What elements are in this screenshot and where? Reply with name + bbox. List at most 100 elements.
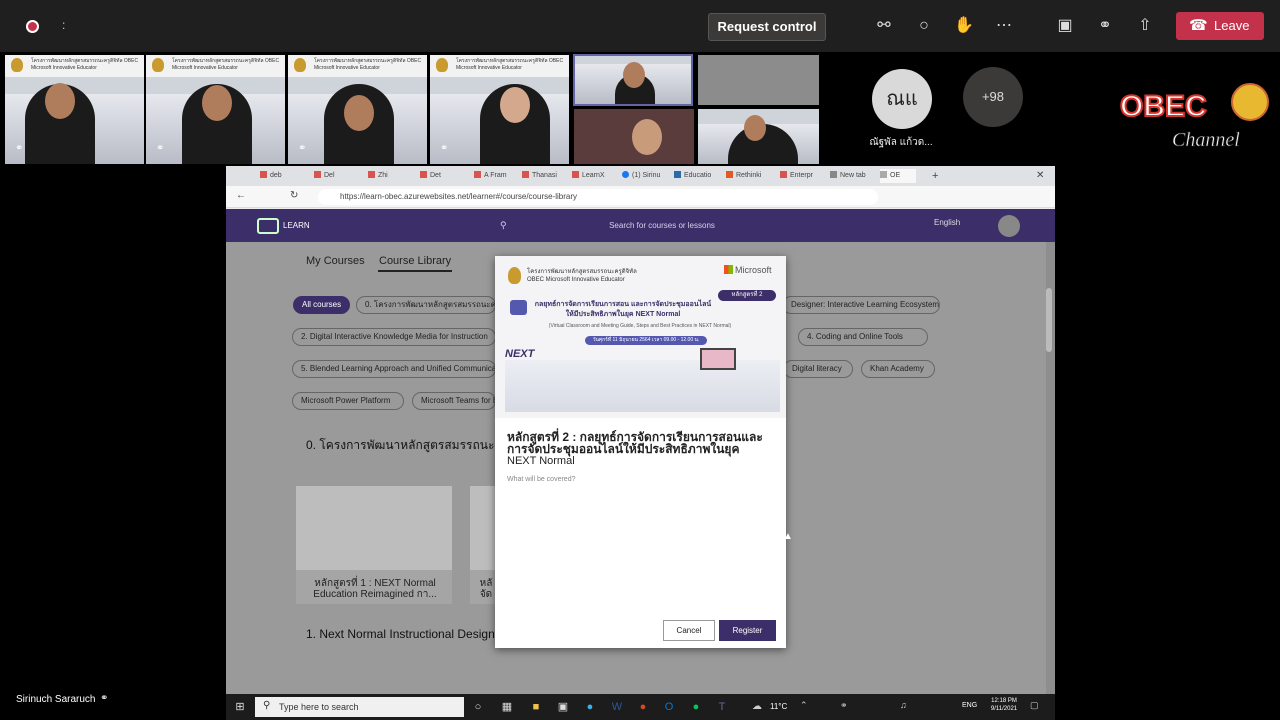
banner-org: โครงการพัฒนาหลักสูตรสมรรถนะครูดิจิทัล OB… [527, 269, 637, 283]
phone-hangup-icon: ☎ [1189, 17, 1208, 34]
input-language[interactable]: ENG [962, 702, 977, 709]
cortana-icon[interactable]: ○ [467, 697, 489, 717]
section-title: 0. โครงการพัฒนาหลักสูตรสมรรถนะ [306, 438, 495, 452]
browser-tab[interactable]: New tab [830, 169, 872, 183]
course-thumbnail [296, 486, 452, 570]
browser-tab[interactable]: Thanasi [522, 169, 564, 183]
register-button[interactable]: Register [719, 620, 776, 641]
weather-temperature[interactable]: 11°C [770, 702, 787, 711]
mic-tray-icon[interactable]: ⚭ [840, 700, 848, 711]
refresh-icon[interactable]: ↻ [290, 190, 298, 201]
filter-chip[interactable]: Microsoft Power Platform [292, 392, 404, 410]
more-participants-button[interactable]: +98 [963, 67, 1023, 127]
active-tab-underline [378, 270, 452, 272]
tray-chevron-icon[interactable]: ⌃ [800, 700, 808, 711]
course-search-input[interactable]: Search for courses or lessons [497, 216, 827, 236]
banner-next-logo: NEXT [505, 348, 535, 360]
recording-indicator-icon [26, 20, 39, 33]
course-thumbnail [470, 486, 496, 570]
banner-subtitle: (Virtual Classroom and Meeting Guide, St… [548, 323, 732, 329]
browser-tab[interactable]: Del [314, 169, 364, 183]
browser-tab[interactable]: (1) Sirinu [622, 169, 668, 183]
browser-tab[interactable]: A Fram [474, 169, 514, 183]
obec-crest-icon [294, 58, 306, 72]
laptop-illustration-icon [700, 348, 736, 370]
url-field[interactable]: https://learn-obec.azurewebsites.net/lea… [318, 189, 878, 205]
banner-title: กลยุทธ์การจัดการเรียนการสอน และการจัดประ… [534, 301, 712, 318]
video-tile[interactable] [697, 108, 820, 165]
share-screen-icon[interactable]: ⇧ [1133, 14, 1157, 38]
course-card[interactable]: หลักสูตรที่ 1 : NEXT Normal Education Re… [296, 486, 452, 604]
edge-icon[interactable]: ● [579, 697, 601, 717]
language-select[interactable]: English [934, 218, 960, 227]
more-actions-icon[interactable]: ⋯ [992, 14, 1016, 38]
chat-icon[interactable]: ○ [912, 14, 936, 38]
clock[interactable]: 12:18 PM 9/11/2021 [985, 697, 1023, 713]
modal-title-suffix: NEXT Normal [507, 455, 575, 467]
video-tile[interactable]: โครงการพัฒนาหลักสูตรสมรรถนะครูดิจิทัล OB… [287, 54, 428, 165]
line-icon[interactable]: ● [685, 697, 707, 717]
taskbar-search[interactable]: Type here to search [255, 697, 464, 717]
browser-tab[interactable]: deb [260, 169, 310, 183]
video-tile[interactable]: โครงการพัฒนาหลักสูตรสมรรถนะครูดิจิทัล OB… [145, 54, 286, 165]
store-icon[interactable]: ▣ [552, 697, 574, 717]
raise-hand-icon[interactable]: ✋ [952, 14, 976, 38]
video-tile[interactable]: โครงการพัฒนาหลักสูตรสมรรถนะครูดิจิทัล OB… [429, 54, 570, 165]
mic-off-icon[interactable]: ⚭ [1093, 14, 1117, 38]
teams-taskbar-icon[interactable]: T [711, 697, 733, 717]
tab-course-library[interactable]: Course Library [379, 255, 451, 267]
participant-avatar[interactable]: ณแ [872, 69, 932, 129]
browser-tab[interactable]: Enterpr [780, 169, 822, 183]
course-card[interactable]: หลั จัด [470, 486, 496, 604]
cancel-button[interactable]: Cancel [663, 620, 715, 641]
close-window-icon[interactable]: ✕ [1036, 169, 1048, 183]
windows-start-icon[interactable]: ⊞ [229, 697, 251, 717]
filter-chip[interactable]: Designer: Interactive Learning Ecosystem [782, 296, 940, 314]
mic-muted-icon: ⚭ [156, 143, 165, 154]
powerpoint-icon[interactable]: ● [632, 697, 654, 717]
camera-off-icon[interactable]: ▣ [1053, 14, 1077, 38]
task-view-icon[interactable]: ▦ [496, 697, 518, 717]
participants-icon[interactable]: ⚯ [872, 14, 896, 38]
tab-my-courses[interactable]: My Courses [306, 255, 365, 267]
learn-logo[interactable]: LEARN [257, 216, 321, 236]
request-control-button[interactable]: Request control [708, 13, 826, 41]
filter-chip[interactable]: 0. โครงการพัฒนาหลักสูตรสมรรถนะครูดิจิทัล [356, 296, 496, 314]
obec-crest-icon [436, 58, 448, 72]
filter-chip[interactable]: 5. Blended Learning Approach and Unified… [292, 360, 496, 378]
user-avatar[interactable] [998, 215, 1020, 237]
browser-tab[interactable]: Zhi [368, 169, 392, 183]
filter-chip[interactable]: Microsoft Teams for Education [412, 392, 496, 410]
volume-icon[interactable]: ♫ [900, 700, 907, 710]
filter-chip[interactable]: Digital literacy [783, 360, 853, 378]
outlook-icon[interactable]: O [658, 697, 680, 717]
video-tile-speaking[interactable] [573, 54, 693, 106]
banner-date: วันศุกร์ที่ 11 มิถุนายน 2564 เวลา 09.00 … [585, 336, 707, 345]
mic-muted-icon: ⚭ [15, 143, 24, 154]
covered-heading: What will be covered? [507, 476, 576, 483]
scrollbar[interactable] [1046, 288, 1052, 352]
browser-tab-active[interactable]: OE [880, 169, 916, 183]
new-tab-icon[interactable]: + [932, 169, 944, 183]
filter-chip[interactable]: Khan Academy [861, 360, 935, 378]
logo-text: OBEC [1120, 90, 1207, 123]
obec-crest-icon [152, 58, 164, 72]
course-card-title: หลั จัด [479, 578, 493, 600]
back-icon[interactable]: ← [236, 190, 246, 201]
filter-chip[interactable]: 2. Digital Interactive Knowledge Media f… [292, 328, 496, 346]
video-tile[interactable] [573, 108, 695, 165]
search-icon: ⚲ [263, 700, 271, 711]
filter-chip[interactable]: 4. Coding and Online Tools [798, 328, 928, 346]
video-tile[interactable]: โครงการพัฒนาหลักสูตรสมรรถนะครูดิจิทัล OB… [4, 54, 145, 165]
browser-tab[interactable]: LearnX [572, 169, 614, 183]
notifications-icon[interactable]: ▢ [1030, 700, 1039, 711]
filter-chip-all[interactable]: All courses [293, 296, 351, 314]
obec-crest-icon [508, 267, 521, 284]
word-icon[interactable]: W [606, 697, 628, 717]
video-tile[interactable] [697, 54, 820, 106]
browser-tab[interactable]: Det [420, 169, 444, 183]
browser-tab[interactable]: Educatio [674, 169, 720, 183]
file-explorer-icon[interactable]: ■ [525, 697, 547, 717]
obec-channel-logo: OBEC Channel [1120, 83, 1269, 151]
browser-tab[interactable]: Rethinki [726, 169, 772, 183]
